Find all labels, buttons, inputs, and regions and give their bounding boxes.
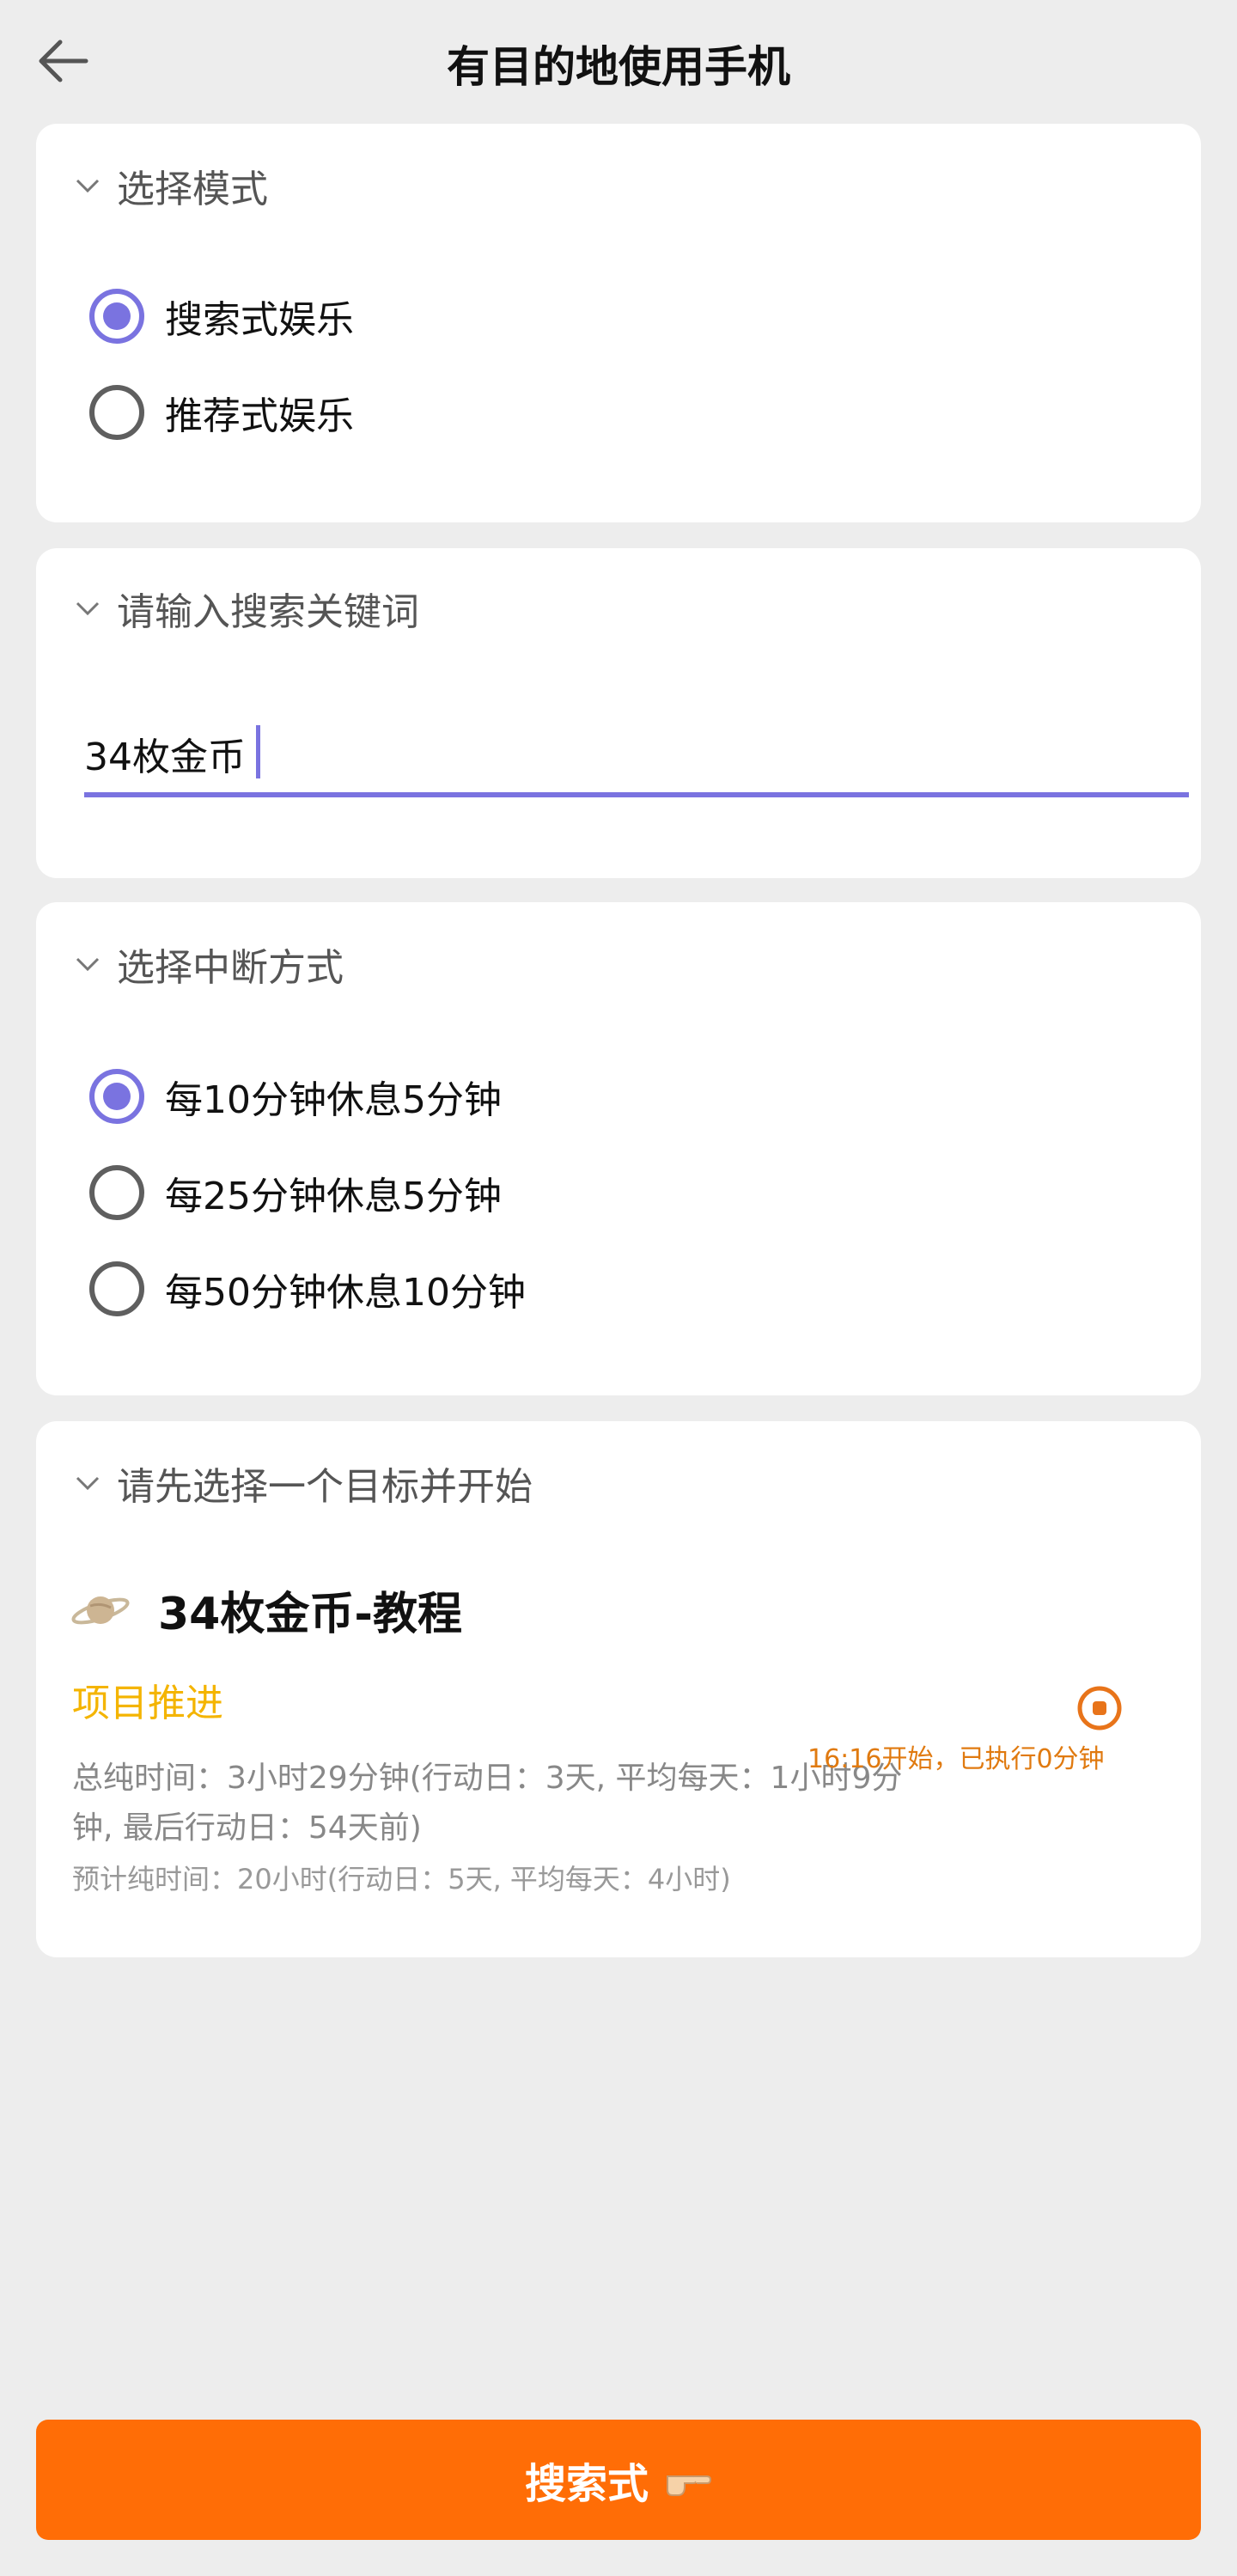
radio-unselected-icon (89, 1261, 144, 1316)
total-time-line-2: 钟, 最后行动日：54天前) (72, 1810, 422, 1846)
search-input[interactable] (84, 723, 1189, 784)
record-stop-icon[interactable] (1076, 1684, 1124, 1732)
mode-option-recommend[interactable]: 推荐式娱乐 (89, 385, 354, 440)
interrupt-option-label: 每10分钟休息5分钟 (165, 1078, 502, 1122)
project-label: 项目推进 (72, 1682, 223, 1725)
top-bar: 有目的地使用手机 (0, 0, 1237, 120)
chevron-down-icon (72, 170, 103, 201)
keyword-section-title: 请输入搜索关键词 (117, 590, 419, 634)
goal-section-header[interactable]: 请先选择一个目标并开始 (72, 1456, 533, 1511)
goal-item[interactable]: 34枚金币-教程 (70, 1578, 462, 1642)
interrupt-option-label: 每50分钟休息10分钟 (165, 1271, 526, 1315)
planet-icon (71, 1596, 130, 1624)
keyword-section-header[interactable]: 请输入搜索关键词 (72, 581, 419, 636)
radio-unselected-icon (89, 385, 144, 440)
goal-section-title: 请先选择一个目标并开始 (117, 1465, 533, 1509)
chevron-down-icon (72, 1468, 103, 1499)
keyword-card: 请输入搜索关键词 (36, 548, 1201, 878)
mode-option-search[interactable]: 搜索式娱乐 (89, 289, 354, 344)
interrupt-card: 选择中断方式 每10分钟休息5分钟 每25分钟休息5分钟 每50分钟休息10分钟 (36, 902, 1201, 1395)
search-mode-start-button[interactable]: 搜索式 (36, 2420, 1201, 2540)
page-title: 有目的地使用手机 (447, 42, 790, 92)
interrupt-option-10-5[interactable]: 每10分钟休息5分钟 (89, 1069, 502, 1124)
pointing-hand-icon (667, 2475, 712, 2496)
radio-selected-icon (89, 289, 144, 344)
interrupt-option-25-5[interactable]: 每25分钟休息5分钟 (89, 1165, 502, 1220)
action-button-label: 搜索式 (524, 2460, 649, 2508)
interrupt-section-header[interactable]: 选择中断方式 (72, 937, 344, 992)
interrupt-option-label: 每25分钟休息5分钟 (165, 1175, 502, 1218)
radio-selected-icon (89, 1069, 144, 1124)
mode-section-header[interactable]: 选择模式 (72, 158, 268, 213)
mode-card: 选择模式 搜索式娱乐 推荐式娱乐 (36, 124, 1201, 522)
chevron-down-icon (72, 593, 103, 624)
radio-unselected-icon (89, 1165, 144, 1220)
running-status: 16:16开始，已执行0分钟 (807, 1744, 1105, 1774)
search-input-container (84, 718, 1189, 797)
goal-name: 34枚金币-教程 (158, 1589, 462, 1640)
interrupt-section-title: 选择中断方式 (117, 946, 344, 990)
interrupt-option-50-10[interactable]: 每50分钟休息10分钟 (89, 1261, 526, 1316)
estimated-time: 预计纯时间：20小时(行动日：5天, 平均每天：4小时) (72, 1863, 731, 1895)
text-caret (256, 725, 260, 778)
chevron-down-icon (72, 949, 103, 980)
mode-option-label: 推荐式娱乐 (165, 394, 354, 438)
mode-section-title: 选择模式 (117, 168, 268, 211)
mode-option-label: 搜索式娱乐 (165, 298, 354, 342)
